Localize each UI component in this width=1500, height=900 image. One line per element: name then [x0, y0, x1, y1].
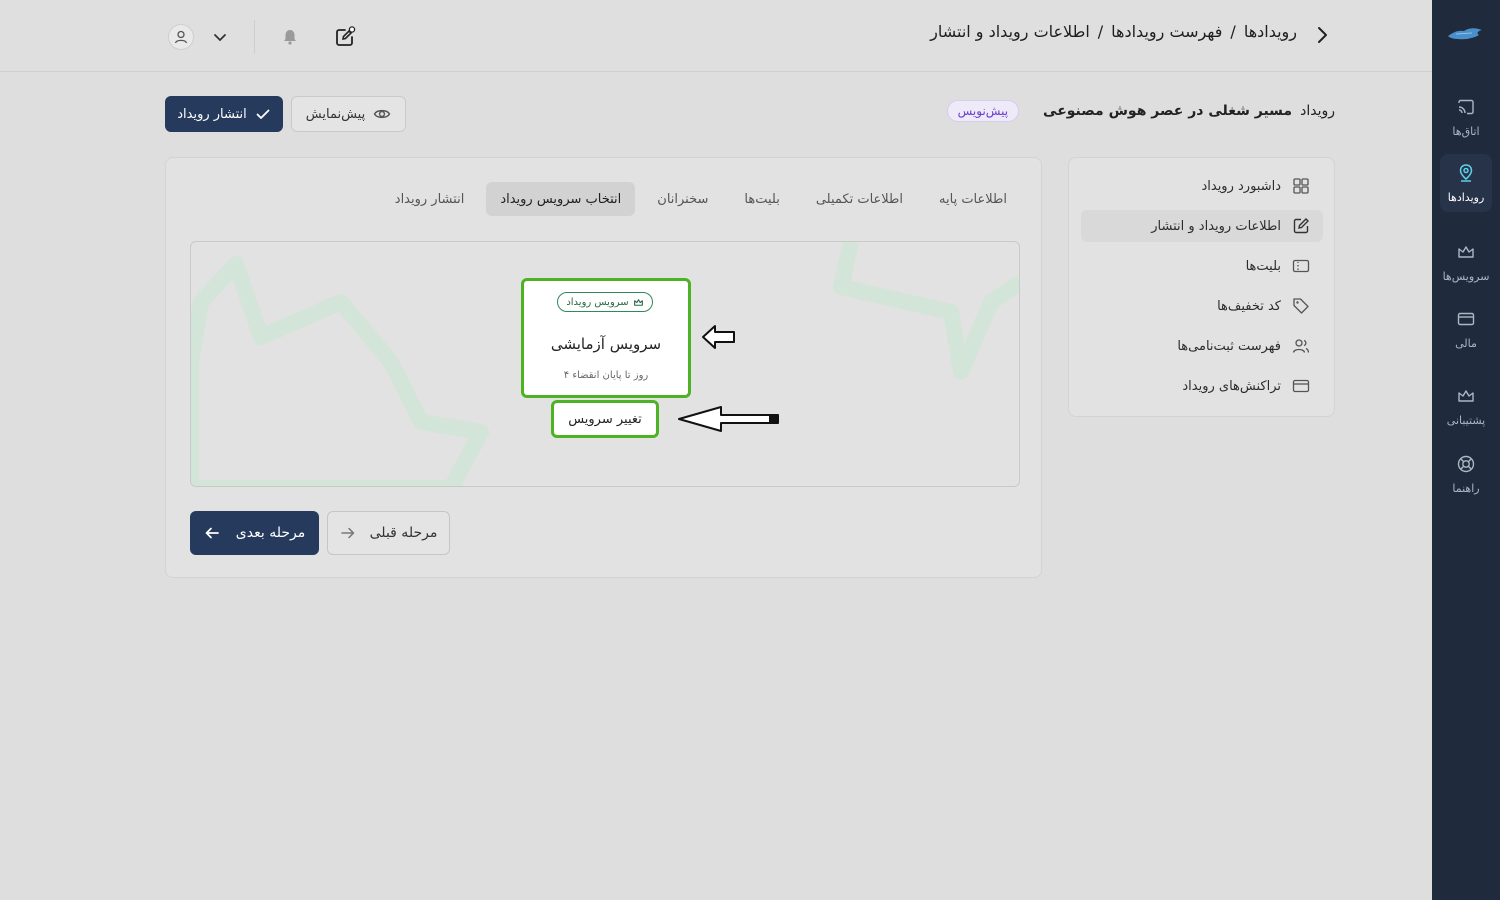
- publish-label: انتشار رویداد: [177, 106, 247, 122]
- annotation-arrow-icon: [678, 406, 779, 432]
- crown-icon: [1458, 245, 1474, 258]
- edit-icon: [1293, 218, 1309, 234]
- breadcrumb-separator: /: [1097, 22, 1104, 41]
- main-card: اطلاعات پایه اطلاعات تکمیلی بلیت‌ها سخنر…: [165, 157, 1042, 578]
- service-expiry: ۴ روز تا پایان انقضاء: [563, 370, 649, 381]
- event-title-row: رویداد مسیر شغلی در عصر هوش مصنوعی پیش‌ن…: [946, 100, 1335, 122]
- tab-tickets[interactable]: بلیت‌ها: [730, 182, 793, 216]
- edit-note-icon[interactable]: [333, 25, 357, 49]
- service-badge: سرویس رویداد: [557, 292, 653, 312]
- rail-item-services[interactable]: سرویس‌ها: [1440, 233, 1492, 291]
- rail-item-events[interactable]: رویدادها: [1440, 154, 1492, 212]
- service-badge-label: سرویس رویداد: [566, 296, 629, 308]
- location-pin-icon: [1459, 163, 1473, 182]
- side-item-label: فهرست ثبت‌نامی‌ها: [1177, 338, 1281, 354]
- logo-icon: [1448, 28, 1482, 40]
- credit-card-icon: [1292, 379, 1310, 393]
- user-icon: [174, 30, 188, 44]
- previous-step-button[interactable]: مرحله قبلی: [327, 511, 450, 555]
- top-actions: [168, 20, 357, 54]
- rail-item-label: سرویس‌ها: [1442, 269, 1490, 283]
- tab-additional-info[interactable]: اطلاعات تکمیلی: [802, 182, 917, 216]
- publish-event-button[interactable]: انتشار رویداد: [165, 96, 283, 132]
- preview-button[interactable]: پیش‌نمایش: [291, 96, 406, 132]
- step-tabs: اطلاعات پایه اطلاعات تکمیلی بلیت‌ها سخنر…: [381, 182, 1021, 216]
- side-item-label: کد تخفیف‌ها: [1217, 298, 1281, 314]
- side-item-transactions[interactable]: تراکنش‌های رویداد: [1081, 370, 1323, 402]
- service-panel: سرویس رویداد سرویس آزمایشی ۴ روز تا پایا…: [190, 241, 1020, 487]
- side-item-dashboard[interactable]: داشبورد رویداد: [1081, 170, 1323, 202]
- selected-service-card: سرویس رویداد سرویس آزمایشی ۴ روز تا پایا…: [521, 278, 691, 398]
- side-item-tickets[interactable]: بلیت‌ها: [1081, 250, 1323, 282]
- users-icon: [1292, 339, 1310, 353]
- chevron-right-icon[interactable]: [1314, 24, 1330, 46]
- eye-icon: [373, 109, 391, 119]
- credit-card-icon: [1457, 312, 1475, 325]
- side-item-registrants[interactable]: فهرست ثبت‌نامی‌ها: [1081, 330, 1323, 362]
- rail-item-label: راهنما: [1452, 481, 1480, 495]
- cast-icon: [1458, 99, 1474, 114]
- page: رویدادها / فهرست رویدادها / اطلاعات روید…: [0, 0, 1500, 900]
- rail-item-label: رویدادها: [1447, 190, 1485, 204]
- side-item-label: داشبورد رویداد: [1201, 178, 1281, 194]
- arrow-left-icon: [205, 527, 219, 539]
- avatar[interactable]: [168, 24, 194, 50]
- tab-speakers[interactable]: سخنرانان: [643, 182, 722, 216]
- side-item-label: اطلاعات رویداد و انتشار: [1151, 218, 1281, 234]
- event-side-menu: داشبورد رویداد اطلاعات رویداد و انتشار ب…: [1068, 157, 1335, 417]
- crown-icon: [633, 298, 643, 306]
- crown-icon: [1458, 389, 1474, 402]
- previous-step-label: مرحله قبلی: [369, 525, 438, 541]
- rail-item-finance[interactable]: مالی: [1440, 300, 1492, 358]
- preview-label: پیش‌نمایش: [305, 106, 366, 122]
- breadcrumb: رویدادها / فهرست رویدادها / اطلاعات روید…: [930, 22, 1297, 41]
- bell-icon[interactable]: [281, 28, 299, 46]
- change-service-button[interactable]: تغییر سرویس: [551, 400, 659, 438]
- status-badge: پیش‌نویس: [946, 100, 1020, 122]
- top-bar: رویدادها / فهرست رویدادها / اطلاعات روید…: [0, 0, 1432, 72]
- rail-item-help[interactable]: راهنما: [1440, 445, 1492, 503]
- side-item-event-info[interactable]: اطلاعات رویداد و انتشار: [1081, 210, 1323, 242]
- breadcrumb-separator: /: [1230, 22, 1236, 41]
- chevron-down-icon[interactable]: [212, 29, 228, 45]
- breadcrumb-item-event-list[interactable]: فهرست رویدادها: [1111, 22, 1222, 41]
- tab-select-service[interactable]: انتخاب سرویس رویداد: [486, 182, 636, 216]
- rail-item-support[interactable]: پشتیبانی: [1440, 377, 1492, 435]
- tab-publish[interactable]: انتشار رویداد: [381, 182, 479, 216]
- app-rail: اتاق‌ها رویدادها سرویس‌ها مالی: [1432, 0, 1500, 900]
- tab-basic-info[interactable]: اطلاعات پایه: [925, 182, 1021, 216]
- annotation-arrow-icon: [702, 325, 735, 349]
- divider: [254, 20, 255, 54]
- breadcrumb-item-events[interactable]: رویدادها: [1244, 22, 1297, 41]
- next-step-button[interactable]: مرحله بعدی: [190, 511, 319, 555]
- tag-icon: [1293, 298, 1309, 314]
- breadcrumb-item-current: اطلاعات رویداد و انتشار: [930, 22, 1090, 41]
- side-item-label: بلیت‌ها: [1245, 258, 1281, 274]
- rail-item-rooms[interactable]: اتاق‌ها: [1440, 88, 1492, 146]
- ticket-icon: [1292, 259, 1310, 273]
- check-icon: [256, 109, 270, 119]
- arrow-right-icon: [340, 527, 354, 539]
- service-name: سرویس آزمایشی: [550, 335, 662, 353]
- event-prefix: رویداد: [1300, 103, 1335, 119]
- side-item-discount-codes[interactable]: کد تخفیف‌ها: [1081, 290, 1323, 322]
- rail-item-label: مالی: [1455, 336, 1477, 350]
- lifebuoy-icon: [1457, 455, 1475, 472]
- rail-item-label: پشتیبانی: [1446, 413, 1486, 427]
- side-item-label: تراکنش‌های رویداد: [1182, 378, 1281, 394]
- next-step-label: مرحله بعدی: [235, 525, 306, 541]
- grid-icon: [1293, 178, 1309, 194]
- rail-item-label: اتاق‌ها: [1452, 124, 1480, 138]
- event-name: مسیر شغلی در عصر هوش مصنوعی: [1043, 103, 1293, 119]
